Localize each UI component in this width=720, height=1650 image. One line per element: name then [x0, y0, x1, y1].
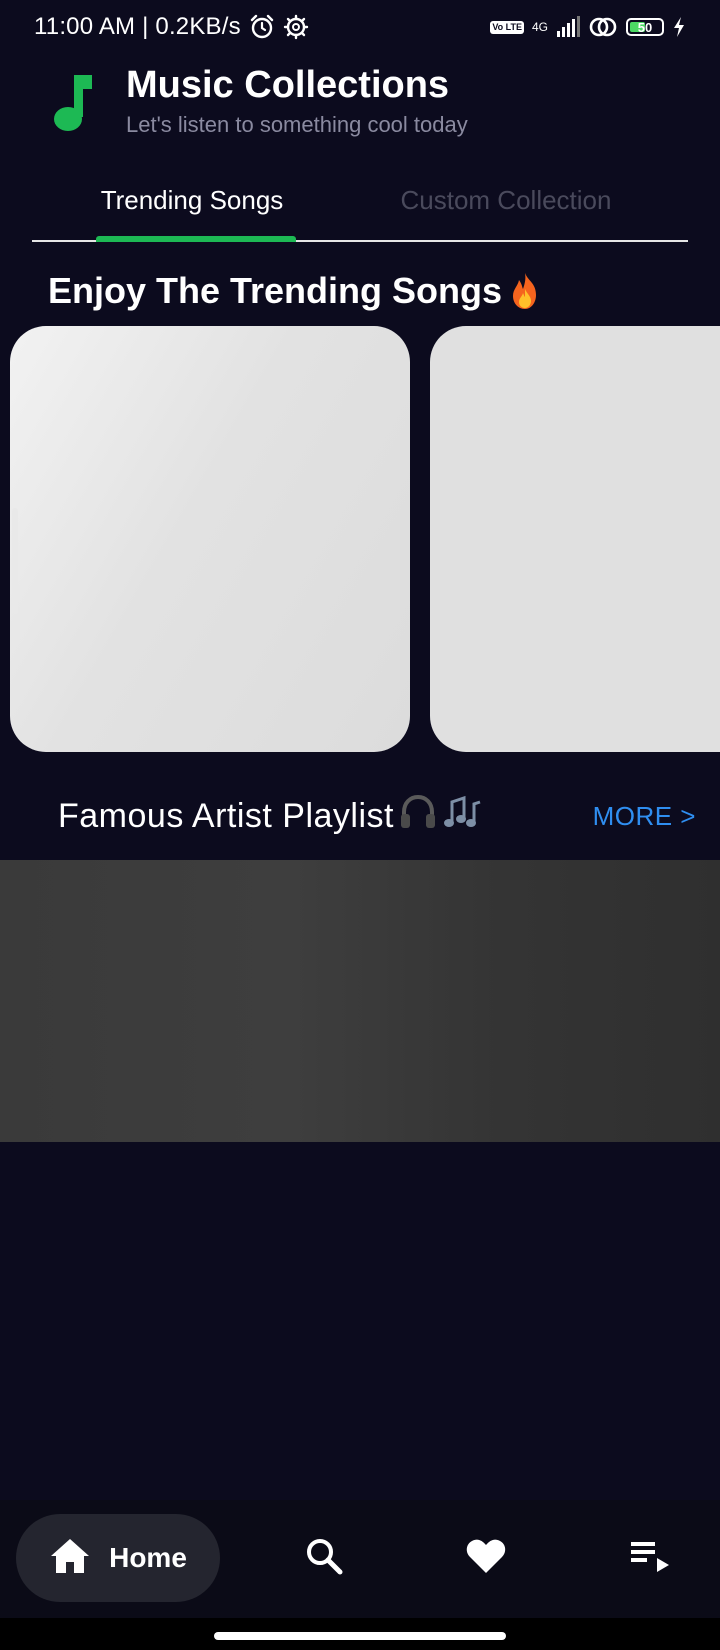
- network-type: 4G: [531, 20, 548, 34]
- nav-home-button[interactable]: Home: [16, 1514, 220, 1602]
- trending-section-title: Enjoy The Trending Songs: [48, 270, 544, 312]
- trending-song-card[interactable]: [10, 326, 410, 752]
- fire-icon: [506, 271, 544, 311]
- status-time: 11:00 AM | 0.2KB/s: [34, 13, 241, 40]
- music-app-screen: 11:00 AM | 0.2KB/s Vo LTE 4G 50 Music Co…: [0, 0, 720, 1650]
- search-icon: [304, 1536, 344, 1581]
- battery-level: 50: [637, 19, 653, 35]
- trending-song-card[interactable]: [430, 326, 720, 752]
- app-header: Music Collections Let's listen to someth…: [44, 56, 720, 146]
- artist-title-text: Famous Artist Playlist: [58, 796, 394, 835]
- battery-icon: 50: [626, 18, 664, 36]
- trending-title-text: Enjoy The Trending Songs: [48, 270, 503, 311]
- playlist-play-icon: [629, 1538, 671, 1579]
- volte-badge: Vo LTE: [490, 20, 524, 34]
- nav-playlist-button[interactable]: [606, 1514, 694, 1602]
- charging-bolt-icon: [672, 16, 686, 38]
- artist-section-title: Famous Artist Playlist: [58, 792, 484, 841]
- music-note-icon: [44, 66, 104, 136]
- status-bar-left: 11:00 AM | 0.2KB/s: [34, 13, 309, 41]
- bottom-navigation: Home: [0, 1500, 720, 1618]
- artist-playlist-banner[interactable]: [0, 860, 720, 1142]
- music-notes-icon: [442, 792, 484, 841]
- carousel-scroll-handle: [12, 508, 18, 614]
- home-icon: [49, 1537, 91, 1580]
- app-subtitle: Let's listen to something cool today: [126, 112, 468, 137]
- tab-trending-songs[interactable]: Trending Songs: [92, 160, 292, 240]
- alarm-icon: [249, 14, 275, 40]
- nav-home-label: Home: [109, 1542, 187, 1573]
- heart-icon: [465, 1537, 507, 1580]
- app-title: Music Collections: [126, 64, 450, 106]
- settings-gear-icon: [283, 14, 309, 40]
- status-bar-right: Vo LTE 4G 50: [490, 16, 686, 38]
- more-artists-link[interactable]: MORE >: [593, 801, 696, 832]
- signal-bars-icon: [556, 16, 580, 38]
- header-text: Music Collections Let's listen to someth…: [126, 61, 468, 141]
- tab-bar: Trending Songs Custom Collection: [32, 160, 688, 242]
- active-tab-indicator: [96, 236, 296, 242]
- hotspot-link-icon: [588, 16, 618, 38]
- nav-favorites-button[interactable]: [442, 1514, 530, 1602]
- artist-section-header: Famous Artist Playlist MORE >: [58, 790, 696, 842]
- headphones-icon: [398, 792, 438, 841]
- home-indicator[interactable]: [214, 1632, 506, 1640]
- nav-search-button[interactable]: [280, 1514, 368, 1602]
- tab-custom-collection[interactable]: Custom Collection: [388, 160, 624, 240]
- status-bar: 11:00 AM | 0.2KB/s Vo LTE 4G 50: [0, 0, 720, 54]
- trending-cards-carousel[interactable]: [10, 326, 720, 752]
